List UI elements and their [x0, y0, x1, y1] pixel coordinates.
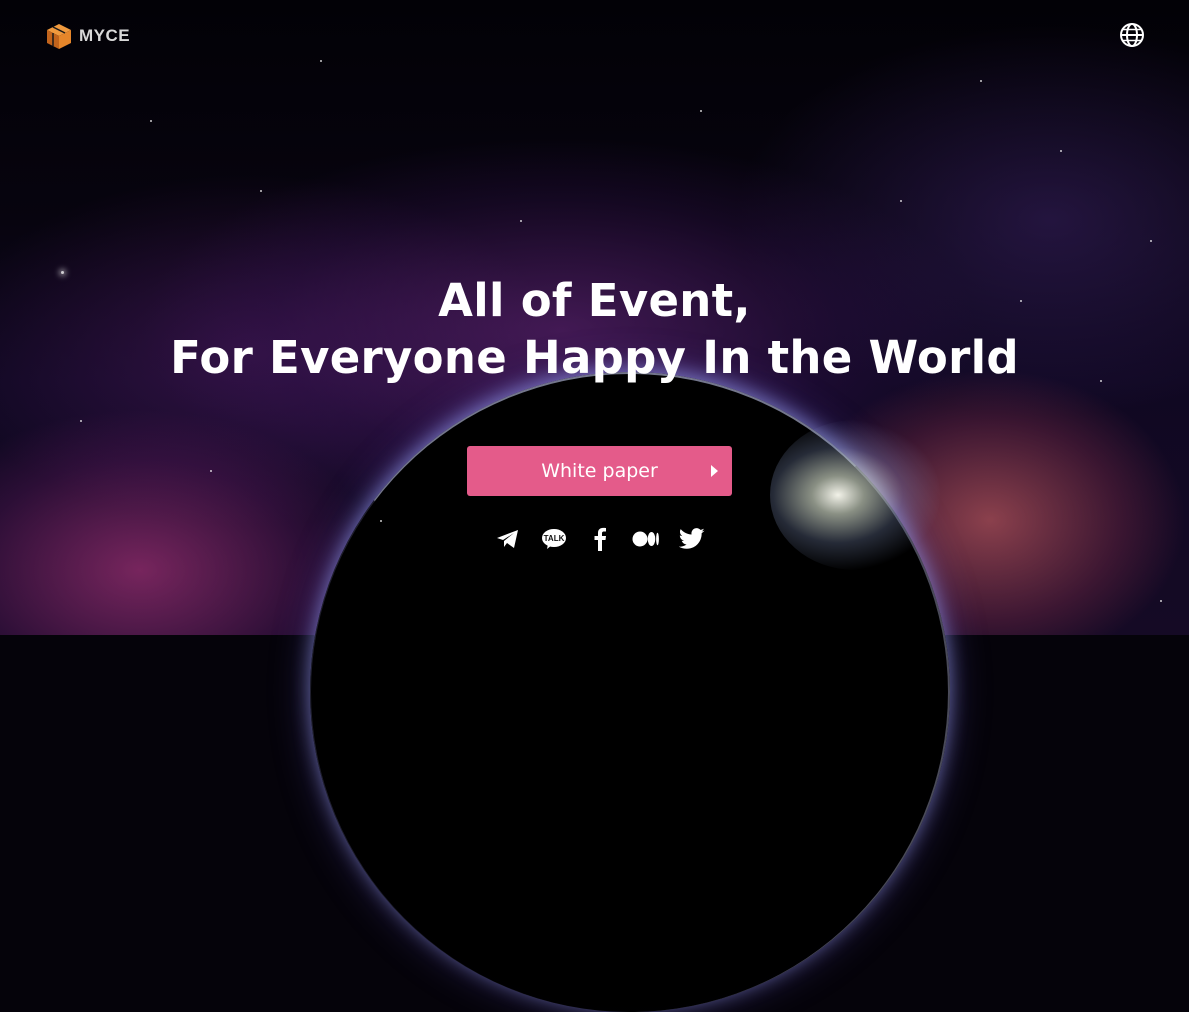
play-arrow-icon [711, 465, 718, 477]
light-flare [770, 420, 940, 570]
kakaotalk-label: TALK [544, 534, 565, 543]
hero-title-line2: For Everyone Happy In the World [170, 331, 1019, 384]
social-links: TALK [493, 526, 707, 552]
medium-icon[interactable] [631, 526, 661, 552]
white-paper-label: White paper [541, 460, 658, 482]
header: MYCE [0, 0, 1189, 72]
hero-title-line1: All of Event, [438, 274, 751, 327]
hero-title: All of Event, For Everyone Happy In the … [0, 272, 1189, 386]
cube-logo-icon [47, 24, 71, 49]
twitter-icon[interactable] [677, 526, 707, 552]
brand-logo[interactable]: MYCE [45, 22, 130, 50]
white-paper-button[interactable]: White paper [467, 446, 732, 496]
kakaotalk-icon[interactable]: TALK [539, 526, 569, 552]
telegram-icon[interactable] [493, 526, 523, 552]
facebook-icon[interactable] [585, 526, 615, 552]
globe-icon[interactable] [1119, 22, 1145, 48]
logo-text: MYCE [79, 26, 131, 45]
